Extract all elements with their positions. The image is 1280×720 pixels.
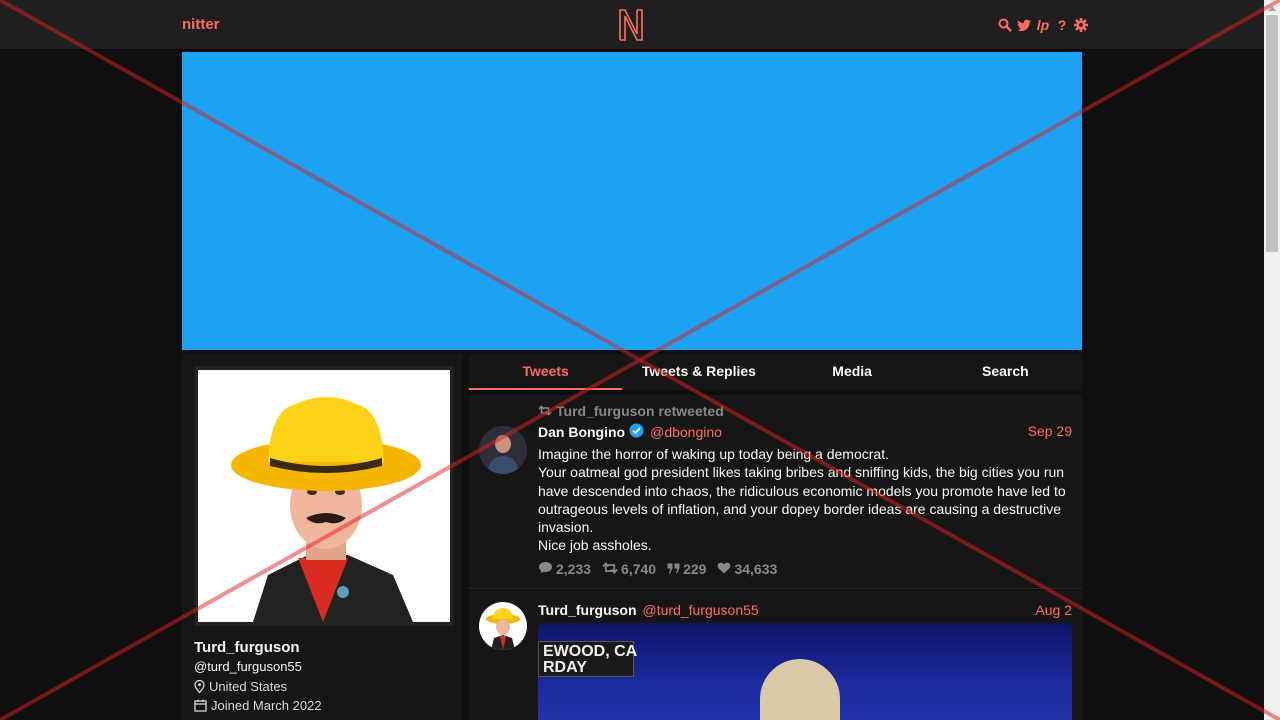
tweet-author-handle[interactable]: @turd_furguson55 <box>643 602 759 618</box>
quote-count: 229 <box>683 561 707 577</box>
tab-search[interactable]: Search <box>929 354 1082 390</box>
tweet-content: Imagine the horror of waking up today be… <box>538 445 1072 555</box>
media-person <box>760 659 840 720</box>
tweet-avatar[interactable] <box>479 602 527 650</box>
tweet-line: Nice job assholes. <box>538 537 652 554</box>
help-icon[interactable]: ? <box>1055 17 1069 33</box>
retweet-count: 6,740 <box>621 561 657 577</box>
tab-tweets-replies[interactable]: Tweets & Replies <box>622 354 775 390</box>
retweet-header: Turd_furguson retweeted <box>538 403 724 419</box>
gear-icon[interactable] <box>1074 17 1088 33</box>
nitter-logo[interactable] <box>617 8 645 42</box>
nav-icons: lp ? <box>998 17 1088 33</box>
top-nav: nitter lp ? <box>0 0 1264 50</box>
scrollbar[interactable] <box>1264 0 1280 720</box>
quote-icon <box>667 561 680 577</box>
tweet-media[interactable]: EWOOD, CA RDAY <box>538 623 1072 720</box>
scroll-up-arrow-icon[interactable] <box>1268 6 1276 11</box>
tweet-date[interactable]: Aug 2 <box>1035 602 1072 618</box>
profile-joined: Joined March 2022 <box>194 698 322 713</box>
profile-username[interactable]: @turd_furguson55 <box>194 659 302 674</box>
profile-avatar[interactable] <box>194 366 454 626</box>
profile-card: Turd_furguson @turd_furguson55 United St… <box>182 354 462 720</box>
profile-location: United States <box>194 679 287 694</box>
brand-link[interactable]: nitter <box>182 16 220 33</box>
like-count: 34,633 <box>734 561 778 577</box>
tweet-avatar[interactable] <box>479 426 527 474</box>
calendar-icon <box>194 699 207 712</box>
tweet-item[interactable]: Turd_furguson retweeted Dan Bongino @dbo… <box>469 395 1082 589</box>
tab-bar: Tweets Tweets & Replies Media Search <box>469 354 1082 390</box>
media-caption: EWOOD, CA RDAY <box>538 641 637 677</box>
retweet-icon <box>602 561 618 577</box>
tweet-header: Turd_furguson @turd_furguson55 <box>538 602 759 618</box>
tweet-item[interactable]: Turd_furguson @turd_furguson55 Aug 2 EWO… <box>469 590 1082 720</box>
verified-icon <box>629 423 644 441</box>
retweet-icon <box>538 403 552 419</box>
timeline: Tweets Tweets & Replies Media Search Tur… <box>469 354 1082 720</box>
profile-location-text: United States <box>209 679 288 694</box>
tweet-author-handle[interactable]: @dbongino <box>650 424 722 440</box>
comment-icon <box>538 561 553 577</box>
scroll-thumb[interactable] <box>1266 15 1278 252</box>
location-pin-icon <box>194 680 205 693</box>
tweet-author-name[interactable]: Dan Bongino <box>538 424 625 440</box>
tweet-line: Imagine the horror of waking up today be… <box>538 446 889 462</box>
retweet-label: Turd_furguson retweeted <box>556 403 724 419</box>
tweet-author-name[interactable]: Turd_furguson <box>538 602 637 618</box>
tweet-line: Your oatmeal god president likes taking … <box>538 464 1066 536</box>
tweet-date[interactable]: Sep 29 <box>1028 423 1072 439</box>
tab-tweets[interactable]: Tweets <box>469 354 623 390</box>
reply-count: 2,233 <box>556 561 592 577</box>
twitter-bird-icon[interactable] <box>1017 17 1031 33</box>
lp-icon[interactable]: lp <box>1036 17 1050 33</box>
retweet-stat[interactable]: 6,740 <box>602 561 656 577</box>
search-icon[interactable] <box>998 17 1012 33</box>
tab-media[interactable]: Media <box>776 354 929 390</box>
quote-stat[interactable]: 229 <box>667 561 706 577</box>
tweet-stats: 2,233 6,740 229 34,633 <box>538 561 777 577</box>
tweet-header: Dan Bongino @dbongino <box>538 423 722 441</box>
reply-stat[interactable]: 2,233 <box>538 561 591 577</box>
heart-icon <box>717 561 731 577</box>
profile-banner[interactable] <box>182 52 1082 350</box>
profile-display-name[interactable]: Turd_furguson <box>194 639 300 656</box>
profile-joined-text: Joined March 2022 <box>211 698 322 713</box>
like-stat[interactable]: 34,633 <box>717 561 777 577</box>
